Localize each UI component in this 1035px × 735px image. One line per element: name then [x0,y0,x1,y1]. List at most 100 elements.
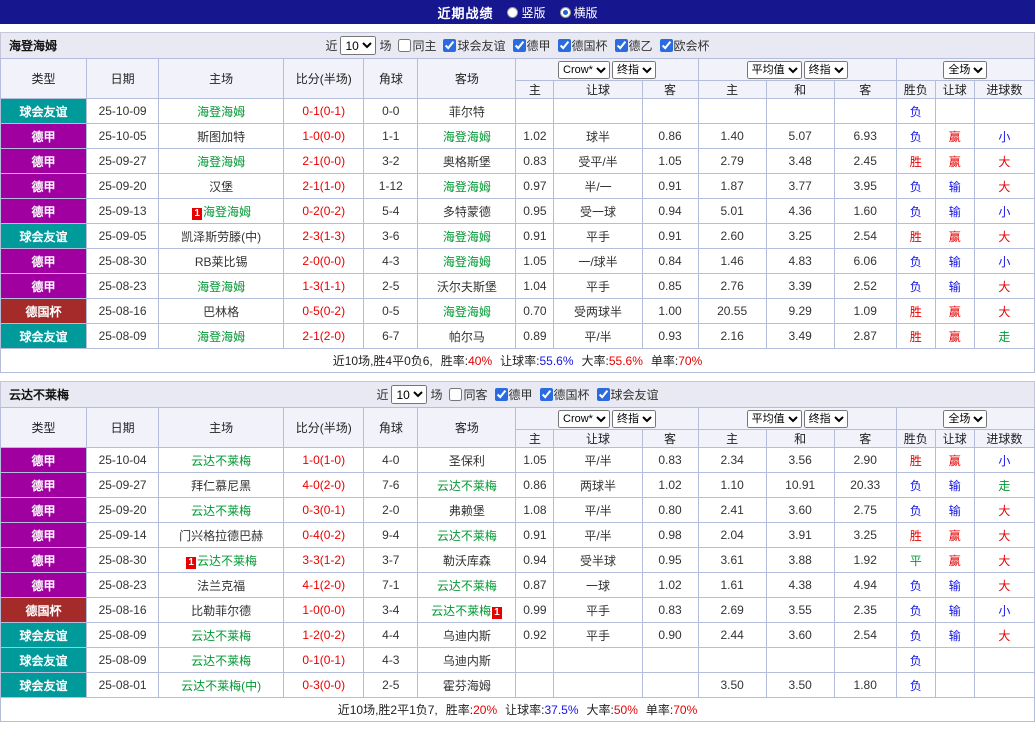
team-label: 云达不莱梅 [436,578,497,593]
bookmaker-select[interactable]: Crow* [558,409,610,428]
league-filter[interactable]: 球会友谊 [443,37,506,54]
team-label: 拜仁慕尼黑 [191,478,252,493]
away-team[interactable]: 云达不莱梅 1 [417,597,517,623]
match-count-select[interactable]: 10 [391,385,428,404]
away-team[interactable]: 乌迪内斯 [417,647,517,673]
home-team[interactable]: 云达不莱梅 [158,447,285,473]
away-team[interactable]: 云达不莱梅 [417,522,517,548]
average-odds: 2.54 [833,622,897,648]
home-team[interactable]: 比勒菲尔德 [158,597,285,623]
average-odds: 2.87 [833,323,897,349]
away-team[interactable]: 沃尔夫斯堡 [417,273,517,299]
away-team[interactable]: 海登海姆 [417,123,517,149]
away-team[interactable]: 弗赖堡 [417,497,517,523]
fulltime-select[interactable]: 全场 [943,60,988,79]
handicap-odds: 0.95 [641,547,699,573]
same-venue-filter[interactable]: 同主 [398,37,436,54]
away-team[interactable]: 乌迪内斯 [417,622,517,648]
home-team[interactable]: 云达不莱梅 [158,622,285,648]
match-row: 德甲 25-08-30 1 云达不莱梅 3-3(1-2) 3-7 勒沃库森 0.94 受半球 0.… [0,547,1035,573]
average-select[interactable]: 平均值 [746,409,802,428]
same-venue-filter[interactable]: 同客 [449,386,488,403]
home-team[interactable]: 海登海姆 [158,323,285,349]
league-filter-checkbox[interactable] [614,39,628,52]
home-team[interactable]: 凯泽斯劳滕(中) [158,223,285,249]
league-filter-checkbox[interactable] [596,388,610,401]
away-team[interactable]: 海登海姆 [417,173,517,199]
away-team[interactable]: 海登海姆 [417,298,517,324]
home-team[interactable]: 汉堡 [158,173,285,199]
league-filter[interactable]: 德国杯 [557,37,608,54]
summary-prefix: 近10场,胜4平0负6, [332,354,433,368]
away-team[interactable]: 菲尔特 [417,98,517,124]
average-odds: 1.60 [833,198,897,224]
score: 1-2(0-2) [283,622,365,648]
league-filter-checkbox[interactable] [557,39,571,52]
result-flag: 负 [895,472,936,498]
away-team[interactable]: 奥格斯堡 [417,148,517,174]
home-team[interactable]: 斯图加特 [158,123,285,149]
away-team[interactable]: 云达不莱梅 [417,572,517,598]
match-row: 德甲 25-08-23 法兰克福 4-1(2-0) 7-1 云达不莱梅 0.87 一球 1.02… [0,572,1035,598]
handicap-odds: 0.80 [641,497,699,523]
home-team[interactable]: RB莱比锡 [158,248,285,274]
home-team[interactable]: 拜仁慕尼黑 [158,472,285,498]
home-team[interactable]: 1 海登海姆 [158,198,285,224]
average-stage-select[interactable]: 终指 [803,60,848,79]
same-venue-checkbox[interactable] [398,39,412,52]
league-filter-checkbox[interactable] [659,39,673,52]
league-filter-checkbox[interactable] [494,388,508,401]
average-select[interactable]: 平均值 [746,60,802,79]
home-team[interactable]: 海登海姆 [158,148,285,174]
same-venue-checkbox[interactable] [449,388,463,401]
average-odds-header: 平均值 终指 [697,58,897,81]
summary-row: 近10场,胜4平0负6, 胜率:40% 让球率:55.6% 大率:55.6% 单率:70… [0,348,1035,373]
league-filter[interactable]: 德甲 [494,386,533,403]
away-team[interactable]: 海登海姆 [417,223,517,249]
col-header: 主场 [158,58,285,99]
home-team[interactable]: 法兰克福 [158,572,285,598]
team-label: 海登海姆 [442,179,491,194]
home-team[interactable]: 1 云达不莱梅 [158,547,285,573]
odds-stage-select[interactable]: 终指 [612,60,656,79]
league-filter[interactable]: 球会友谊 [596,386,659,403]
home-team[interactable]: 云达不莱梅 [158,647,285,673]
away-team[interactable]: 多特蒙德 [417,198,517,224]
league-filter-checkbox[interactable] [443,39,457,52]
handicap-odds: 半/一 [553,173,643,199]
corner-score: 1-12 [363,173,419,199]
league-filter-checkbox[interactable] [539,388,553,401]
away-team[interactable]: 帕尔马 [417,323,517,349]
odds-stage-select[interactable]: 终指 [612,409,656,428]
away-team[interactable]: 云达不莱梅 [417,472,517,498]
match-count-select[interactable]: 10 [340,36,377,55]
away-team[interactable]: 圣保利 [417,447,517,473]
league-filter[interactable]: 德国杯 [539,386,590,403]
home-team[interactable]: 云达不莱梅(中) [158,672,285,698]
away-team[interactable]: 海登海姆 [417,248,517,274]
home-team[interactable]: 门兴格拉德巴赫 [158,522,285,548]
col-header: 客场 [417,407,517,448]
average-stage-select[interactable]: 终指 [803,409,848,428]
home-team[interactable]: 巴林格 [158,298,285,324]
layout-radio-vertical[interactable]: 竖版 [507,4,546,21]
bookmaker-select[interactable]: Crow* [558,60,610,79]
home-team[interactable]: 海登海姆 [158,98,285,124]
away-team[interactable]: 霍芬海姆 [417,672,517,698]
league-filter[interactable]: 德乙 [614,37,653,54]
layout-radio-horizontal[interactable]: 横版 [559,4,598,21]
topbar: 近期战绩 竖版 横版 [0,0,1035,24]
score: 3-3(1-2) [283,547,365,573]
average-odds [697,647,767,673]
away-team[interactable]: 勒沃库森 [417,547,517,573]
sub-col-header: 让球 [553,80,643,99]
league-filter[interactable]: 欧会杯 [659,37,710,54]
result-flag: 赢 [934,522,975,548]
average-odds: 6.06 [833,248,897,274]
average-odds: 20.33 [833,472,897,498]
fulltime-select[interactable]: 全场 [943,409,988,428]
league-filter[interactable]: 德甲 [512,37,551,54]
home-team[interactable]: 云达不莱梅 [158,497,285,523]
league-filter-checkbox[interactable] [512,39,526,52]
home-team[interactable]: 海登海姆 [158,273,285,299]
